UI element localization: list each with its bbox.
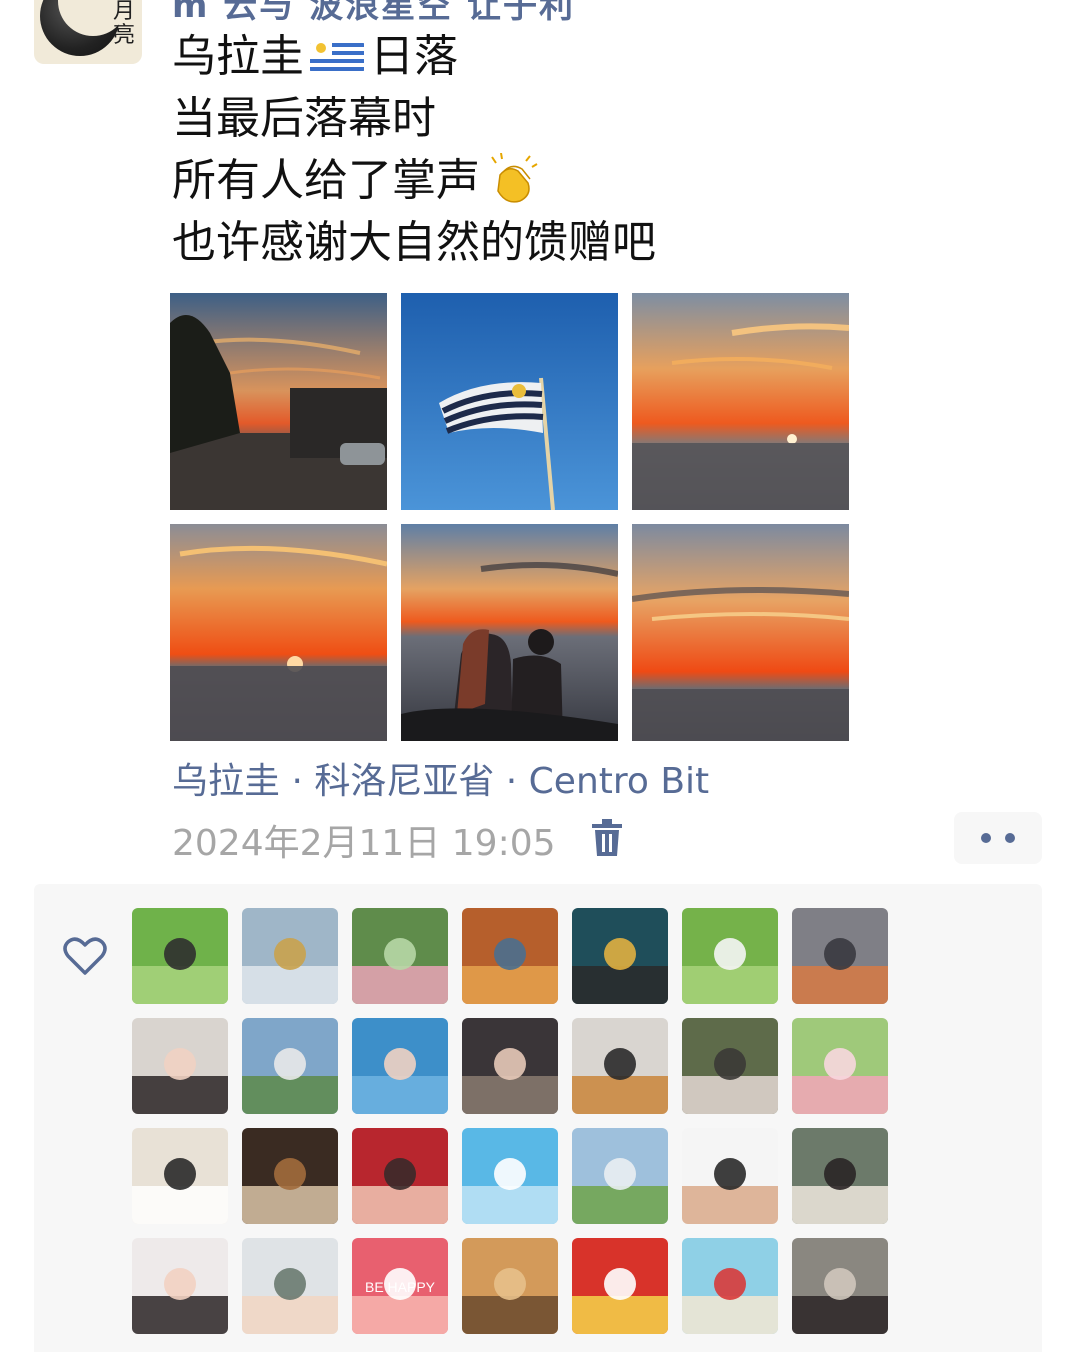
liker-avatar-green[interactable] — [132, 908, 228, 1004]
liker-avatar-desk[interactable] — [792, 1238, 888, 1334]
liker-avatar-lake[interactable] — [242, 1018, 338, 1114]
liker-avatar-beach[interactable] — [682, 1238, 778, 1334]
liker-avatar-tea[interactable] — [242, 1128, 338, 1224]
liker-avatar-hand[interactable] — [682, 1128, 778, 1224]
likes-panel: BE HAPPY — [34, 884, 1042, 1352]
photo-grid — [170, 293, 850, 741]
post-line-2: 当最后落幕时 — [172, 93, 436, 144]
clapping-hands-icon — [491, 153, 538, 203]
liker-avatar-pink-cartoon[interactable] — [792, 1018, 888, 1114]
liker-avatar-red-cartoon[interactable] — [572, 1238, 668, 1334]
be-happy-text: BE HAPPY — [365, 1279, 436, 1295]
post-text: 乌拉圭 日落 当最后落幕时 所有人给了掌声 也许感谢大自然的馈赠吧 — [172, 26, 656, 274]
liker-avatar-dog[interactable] — [572, 1018, 668, 1114]
photo-street-sunset[interactable] — [170, 293, 387, 510]
photo-couple-sunset[interactable] — [401, 524, 618, 741]
post-line-4: 也许感谢大自然的馈赠吧 — [172, 217, 656, 268]
liker-avatar-indoor[interactable] — [462, 1018, 558, 1114]
post-line-3: 所有人给了掌声 — [172, 150, 656, 212]
liker-avatar-navy[interactable] — [572, 908, 668, 1004]
liker-avatar-girl-light[interactable] — [792, 1128, 888, 1224]
liker-avatar-baobab[interactable] — [462, 1238, 558, 1334]
uruguay-flag-icon — [310, 39, 364, 75]
liker-avatar-girl-dark[interactable] — [132, 1018, 228, 1114]
post-line-1: 乌拉圭 日落 — [172, 31, 458, 82]
moments-post: 月亮 m 云与 波浪星空 让子利 乌拉圭 日落 当最后落幕时 所有人给了掌声 也许… — [0, 0, 1080, 1352]
liker-avatar-snoopy[interactable] — [132, 1128, 228, 1224]
trash-icon[interactable] — [590, 818, 624, 858]
author-name[interactable]: m 云与 波浪星空 让子利 — [172, 0, 575, 27]
photo-uruguay-flag[interactable] — [401, 293, 618, 510]
heart-icon — [63, 937, 107, 975]
liker-avatar-tree[interactable] — [682, 1018, 778, 1114]
liker-avatar-orange[interactable] — [462, 908, 558, 1004]
liker-avatar-mist[interactable] — [242, 1238, 338, 1334]
post-timestamp: 2024年2月11日 19:05 — [172, 823, 556, 864]
liker-avatar-hills[interactable] — [572, 1128, 668, 1224]
avatar-label: 月亮 — [112, 0, 135, 48]
photo-sea-sunset-2[interactable] — [170, 524, 387, 741]
location-link[interactable]: 乌拉圭 · 科洛尼亚省 · Centro Bit — [172, 752, 709, 804]
liker-avatar-sky[interactable] — [462, 1128, 558, 1224]
liker-avatar-dusk[interactable] — [792, 908, 888, 1004]
liker-avatar-girl-smile[interactable] — [132, 1238, 228, 1334]
liker-avatar-red-costume[interactable] — [352, 1128, 448, 1224]
liker-avatar-field[interactable] — [682, 908, 778, 1004]
liker-avatar-sea-blue[interactable] — [352, 1018, 448, 1114]
liker-avatar-be-happy[interactable]: BE HAPPY — [352, 1238, 448, 1334]
photo-sea-sunset-1[interactable] — [632, 293, 849, 510]
author-avatar[interactable]: 月亮 — [34, 0, 142, 64]
moon-icon — [40, 0, 128, 56]
liker-avatar-lotus[interactable] — [352, 908, 448, 1004]
photo-sea-sunset-3[interactable] — [632, 524, 849, 741]
more-dots-icon[interactable] — [954, 812, 1042, 864]
liker-avatar-cloud[interactable] — [242, 908, 338, 1004]
